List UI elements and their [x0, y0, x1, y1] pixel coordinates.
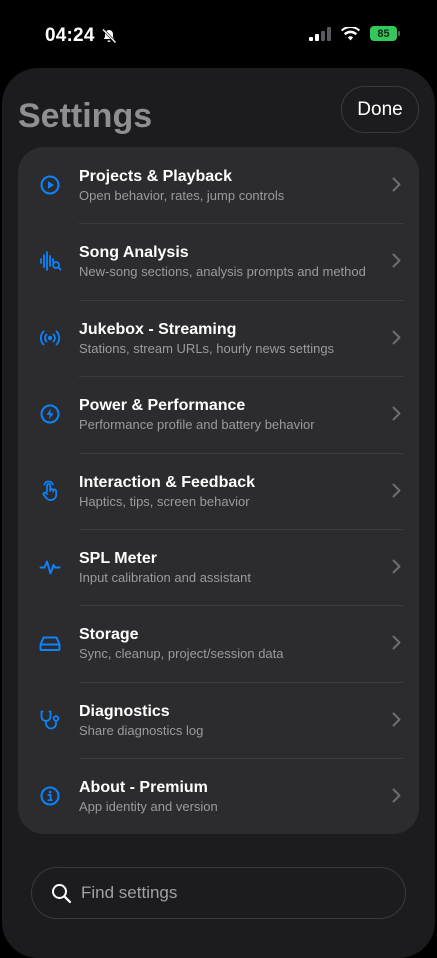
- row-subtitle: Input calibration and assistant: [79, 569, 251, 585]
- settings-row-jukebox-streaming[interactable]: Jukebox - Streaming Stations, stream URL…: [18, 299, 419, 376]
- settings-list: Projects & Playback Open behavior, rates…: [18, 147, 419, 834]
- row-title: Diagnostics: [79, 702, 170, 720]
- battery-indicator: 85: [370, 26, 400, 41]
- chevron-right-icon: [392, 406, 401, 421]
- wifi-icon: [341, 26, 360, 40]
- row-title: SPL Meter: [79, 549, 157, 567]
- row-title: About - Premium: [79, 779, 208, 797]
- broadcast-icon: [34, 322, 66, 354]
- bolt-circle-icon: [34, 398, 66, 430]
- search-input[interactable]: [81, 868, 391, 918]
- bell-slash-icon: [101, 28, 117, 44]
- play-circle-icon: [34, 169, 66, 201]
- status-bar: 04:24 85: [0, 0, 437, 70]
- chevron-right-icon: [392, 712, 401, 727]
- row-subtitle: Share diagnostics log: [79, 722, 204, 738]
- chevron-right-icon: [392, 177, 401, 192]
- row-title: Jukebox - Streaming: [79, 320, 237, 338]
- drive-icon: [34, 627, 66, 659]
- row-subtitle: Open behavior, rates, jump controls: [79, 188, 285, 203]
- row-subtitle: Sync, cleanup, project/session data: [79, 646, 284, 662]
- page-title: Settings: [18, 97, 153, 135]
- settings-row-interaction-feedback[interactable]: Interaction & Feedback Haptics, tips, sc…: [18, 452, 419, 529]
- row-subtitle: Haptics, tips, screen behavior: [79, 493, 250, 509]
- battery-level: 85: [377, 27, 390, 40]
- row-title: Power & Performance: [79, 397, 246, 415]
- row-subtitle: Stations, stream URLs, hourly news setti…: [79, 340, 335, 356]
- cellular-signal-icon: [309, 26, 331, 41]
- row-subtitle: Performance profile and battery behavior: [79, 417, 315, 433]
- settings-row-power-performance[interactable]: Power & Performance Performance profile …: [18, 376, 419, 452]
- settings-row-projects-playback[interactable]: Projects & Playback Open behavior, rates…: [18, 147, 419, 223]
- chevron-right-icon: [392, 483, 401, 498]
- row-title: Song Analysis: [79, 244, 189, 262]
- chevron-right-icon: [392, 253, 401, 268]
- row-subtitle: New-song sections, analysis prompts and …: [79, 264, 366, 280]
- settings-row-spl-meter[interactable]: SPL Meter Input calibration and assistan…: [18, 528, 419, 605]
- waveform-pulse-icon: [34, 551, 66, 583]
- chevron-right-icon: [392, 788, 401, 803]
- chevron-right-icon: [392, 559, 401, 574]
- search-bar[interactable]: [31, 867, 406, 919]
- hand-tap-icon: [34, 475, 66, 507]
- waveform-search-icon: [34, 245, 66, 277]
- search-icon: [52, 884, 72, 904]
- settings-row-song-analysis[interactable]: Song Analysis New-song sections, analysi…: [18, 223, 419, 299]
- row-title: Projects & Playback: [79, 168, 232, 185]
- info-circle-icon: [34, 780, 66, 812]
- status-time: 04:24: [45, 25, 95, 46]
- row-title: Storage: [79, 626, 139, 644]
- settings-row-about-premium[interactable]: About - Premium App identity and version: [18, 758, 419, 834]
- status-time-group: 04:24: [45, 25, 117, 47]
- chevron-right-icon: [392, 330, 401, 345]
- status-indicators: 85: [309, 26, 400, 41]
- settings-row-storage[interactable]: Storage Sync, cleanup, project/session d…: [18, 605, 419, 681]
- settings-row-diagnostics[interactable]: Diagnostics Share diagnostics log: [18, 681, 419, 758]
- chevron-right-icon: [392, 635, 401, 650]
- stethoscope-icon: [34, 704, 66, 736]
- done-button[interactable]: Done: [341, 86, 419, 133]
- row-title: Interaction & Feedback: [79, 473, 256, 491]
- row-subtitle: App identity and version: [79, 799, 218, 815]
